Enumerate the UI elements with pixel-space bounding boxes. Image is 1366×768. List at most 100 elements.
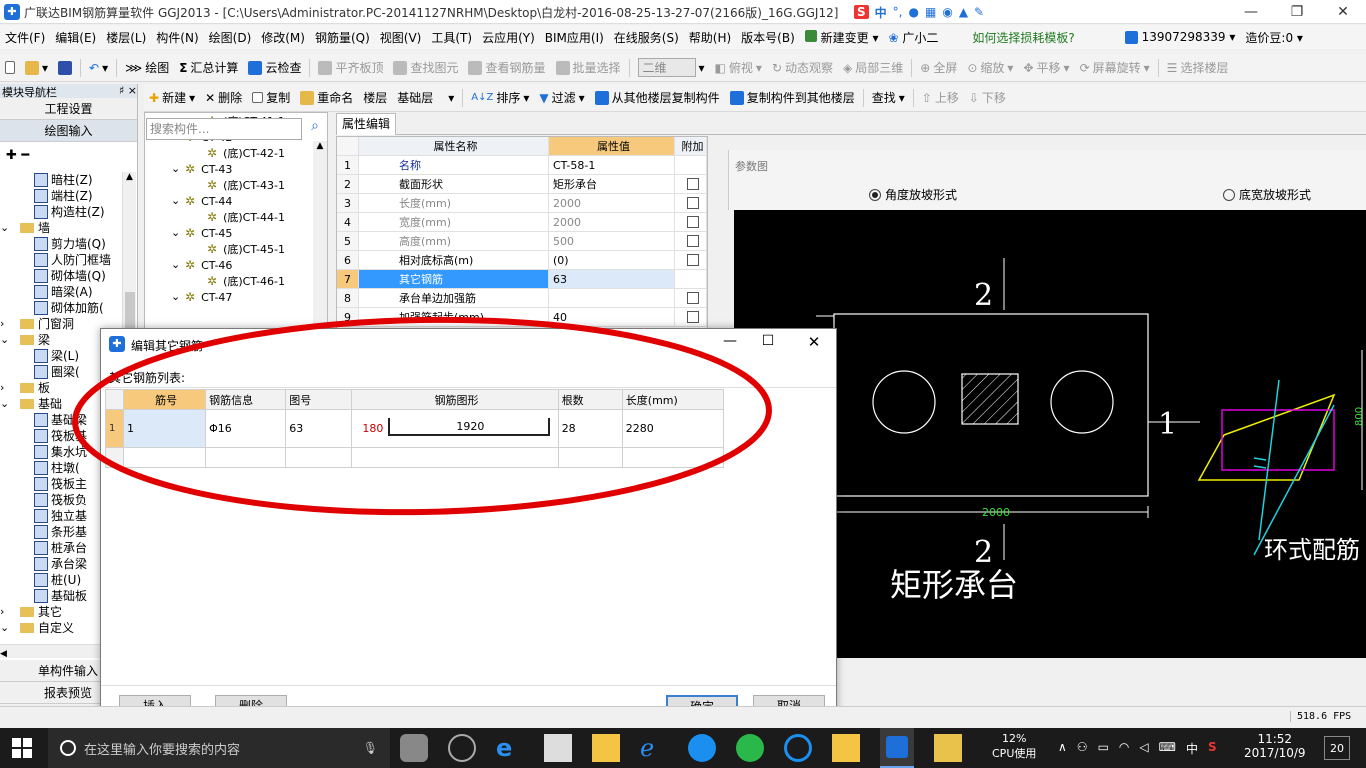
component-tree-item[interactable]: ✲ (底)CT-42-1 [145,145,311,161]
tray-up-icon[interactable]: ∧ [1058,740,1067,757]
radio-angle-slope[interactable]: 角度放坡形式 [869,186,957,203]
notes-app-icon[interactable] [934,734,962,762]
component-tree-item[interactable]: ⌄ ✲ CT-43 [145,161,311,177]
property-value[interactable]: 2000 [549,213,675,231]
menu-online[interactable]: 在线服务(S) [609,29,684,46]
sogou-icon[interactable]: S [854,5,869,19]
new-file-icon[interactable] [0,61,20,74]
fullscreen-button[interactable]: ⊕ 全屏 [915,59,962,76]
tray-wifi-icon[interactable]: ◠ [1119,740,1129,757]
menu-view[interactable]: 视图(V) [375,29,427,46]
help-app-icon[interactable] [832,734,860,762]
flush-slab-button[interactable]: 平齐板顶 [313,59,388,76]
property-attach[interactable] [675,156,707,174]
pin-icon[interactable]: ♯ × [119,84,137,98]
menu-floor[interactable]: 楼层(L) [101,29,151,46]
component-tree-item[interactable]: ⌄ ✲ CT-44 [145,193,311,209]
component-tree-item[interactable]: ✲ (底)CT-46-1 [145,273,311,289]
move-down-button[interactable]: ⇩ 下移 [964,89,1011,106]
copy-component-button[interactable]: 复制 [247,89,295,106]
menu-bim[interactable]: BIM应用(I) [540,29,609,46]
nav-tree-item[interactable]: 暗梁(A) [0,284,122,300]
notification-icon[interactable]: 20 [1324,736,1350,760]
property-row[interactable]: 3 长度(mm) 2000 [337,194,707,213]
expand-arrow-icon[interactable]: ⌄ [0,396,9,412]
find-button[interactable]: 查找 ▾ [867,89,910,106]
copy-from-floor-button[interactable]: 从其他楼层复制构件 [590,89,725,106]
search-icon[interactable]: ⌕ [304,118,326,140]
ime-keyboard-icon[interactable]: ▦ [925,5,936,19]
tray-ime[interactable]: 中 [1186,740,1198,757]
app-green-icon[interactable] [736,734,764,762]
menu-version[interactable]: 版本号(B) [736,29,800,46]
property-value[interactable]: CT-58-1 [549,156,675,174]
ie-icon[interactable]: ℯ [640,734,668,762]
ggj-app-icon[interactable] [880,728,914,768]
delete-component-button[interactable]: ✕ 删除 [200,89,247,106]
bean-count[interactable]: 造价豆:0 ▾ [1240,29,1308,46]
expand-arrow-icon[interactable]: ⌄ [171,257,180,273]
checkbox-icon[interactable] [686,197,699,209]
ime-voice-icon[interactable]: ● [909,5,919,19]
property-row[interactable]: 6 相对底标高(m) (0) [337,251,707,270]
undo-icon[interactable]: ↶ ▾ [84,61,113,75]
property-value[interactable]: (0) [549,251,675,269]
expand-arrow-icon[interactable]: ⌄ [171,193,180,209]
nav-tree-item[interactable]: 端柱(Z) [0,188,122,204]
menu-guangxiaoer[interactable]: ❀ 广小二 [883,29,943,46]
clock[interactable]: 11:52 2017/10/9 [1244,732,1306,760]
store-icon[interactable] [544,734,572,762]
dialog-close-icon[interactable]: ✕ [799,333,829,351]
save-icon[interactable] [53,60,77,75]
local-3d-button[interactable]: ◈ 局部三维 [838,59,908,76]
top-view-button[interactable]: ◧ 俯视 ▾ [710,59,767,76]
expand-arrow-icon[interactable]: › [0,380,8,396]
edge-icon[interactable]: e [496,734,524,762]
select-floor-button[interactable]: ☰ 选择楼层 [1162,59,1234,76]
menu-modify[interactable]: 修改(M) [256,29,310,46]
view-rebar-button[interactable]: 查看钢筋量 [463,59,550,76]
tip-link[interactable]: 如何选择损耗模板? [967,29,1079,46]
menu-file[interactable]: 文件(F) [0,29,50,46]
tray-volume-icon[interactable]: ◁ [1139,740,1148,757]
property-value[interactable]: 500 [549,232,675,250]
sort-button[interactable]: A↓Z 排序 ▾ [466,89,534,106]
property-value[interactable]: 63 [549,270,675,288]
ime-lang[interactable]: 中 [875,4,887,21]
pan-button[interactable]: ✥ 平移 ▾ [1018,59,1074,76]
explorer-icon[interactable] [592,734,620,762]
expand-arrow-icon[interactable]: › [0,604,8,620]
ime-tool-icon[interactable]: ✎ [974,5,984,19]
menu-help[interactable]: 帮助(H) [684,29,736,46]
expand-arrow-icon[interactable]: › [0,316,8,332]
move-up-button[interactable]: ⇧ 上移 [917,89,964,106]
checkbox-icon[interactable] [686,254,699,266]
drawing-input-button[interactable]: 绘图输入 [0,120,137,142]
taskbar-search[interactable]: 在这里输入你要搜索的内容 🎙 [48,728,390,768]
app-blue-ring-icon[interactable] [784,734,812,762]
menu-rebar[interactable]: 钢筋量(Q) [310,29,375,46]
rename-button[interactable]: 重命名 [295,89,358,106]
tray-keyboard-icon[interactable]: ⌨ [1159,740,1176,757]
property-attach[interactable] [675,213,707,231]
draw-button[interactable]: ⋙ 绘图 [120,59,174,76]
component-tree-item[interactable]: ✲ (底)CT-44-1 [145,209,311,225]
ime-user-icon[interactable]: ◉ [942,5,952,19]
minimize-icon[interactable]: — [1228,0,1274,24]
batch-select-button[interactable]: 批量选择 [551,59,626,76]
app-swirl-icon[interactable] [448,734,476,762]
menu-component[interactable]: 构件(N) [151,29,203,46]
filter-button[interactable]: ▼ 过滤 ▾ [534,89,589,106]
expand-arrow-icon[interactable]: ⌄ [0,220,9,236]
property-row[interactable]: 5 高度(mm) 500 [337,232,707,251]
component-tree-item[interactable]: ✲ (底)CT-45-1 [145,241,311,257]
property-attach[interactable] [675,251,707,269]
property-attach[interactable] [675,270,707,288]
search-input[interactable]: 搜索构件... [146,118,302,140]
component-tree-item[interactable]: ⌄ ✲ CT-45 [145,225,311,241]
tab-property-edit[interactable]: 属性编辑 [336,113,396,135]
windows-start-icon[interactable] [12,738,32,758]
property-attach[interactable] [675,175,707,193]
component-tree-item[interactable]: ⌄ ✲ CT-46 [145,257,311,273]
rotate-button[interactable]: ⟳ 屏幕旋转 ▾ [1075,59,1155,76]
